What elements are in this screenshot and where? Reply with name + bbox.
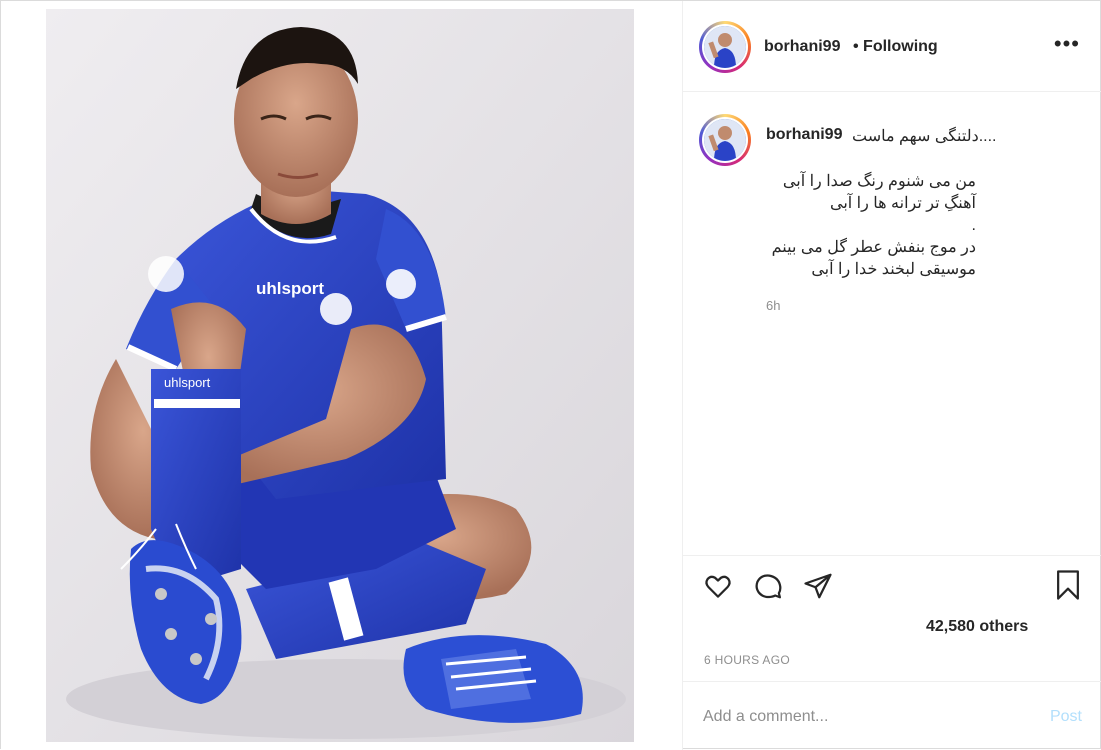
likes-count[interactable]: 42,580 others	[926, 618, 1028, 636]
afc-badge	[148, 256, 184, 292]
bookmark-icon[interactable]	[1053, 569, 1083, 606]
more-options-icon[interactable]: •••	[1054, 33, 1080, 55]
post-photo[interactable]: uhlsport uhlsport	[46, 9, 634, 742]
jersey-sponsor-text: uhlsport	[256, 279, 324, 298]
caption-line-4: در موج بنفش عطر گل می بینم	[771, 239, 976, 256]
post-comment-button[interactable]: Post	[1050, 708, 1082, 726]
caption-line-2: آهنگِ تر ترانه ها را آبی	[829, 195, 976, 212]
header-username[interactable]: borhani99	[764, 38, 840, 56]
club-crest	[320, 293, 352, 325]
paper-plane-icon[interactable]	[803, 571, 833, 606]
post-header: borhani99 • Following •••	[683, 1, 1101, 92]
uhlsport-logo-badge	[386, 269, 416, 299]
follow-status-button[interactable]: • Following	[853, 38, 938, 56]
caption-line-3: .	[971, 217, 976, 234]
comment-input[interactable]	[703, 704, 1013, 730]
posted-time[interactable]: 6 HOURS AGO	[704, 653, 790, 667]
sock-logo-text: uhlsport	[164, 375, 211, 390]
heart-icon[interactable]	[703, 571, 733, 606]
caption-line-5: موسیقی لبخند خدا را آبی	[811, 261, 976, 278]
caption-avatar[interactable]	[699, 114, 751, 166]
avatar[interactable]	[699, 21, 751, 73]
caption-username[interactable]: borhani99	[766, 126, 842, 144]
actions-divider	[683, 555, 1101, 556]
player-photo-illustration: uhlsport uhlsport	[46, 9, 634, 742]
comment-bar: Post	[683, 681, 1101, 750]
comment-icon[interactable]	[753, 571, 783, 606]
post-media-panel: uhlsport uhlsport	[1, 1, 683, 750]
post-dialog: uhlsport uhlsport borhani99 • Following …	[0, 0, 1101, 750]
post-side-panel: borhani99 • Following ••• borhani99 ....…	[683, 1, 1101, 750]
caption-line-1: من می شنوم رنگ صدا را آبی	[782, 173, 976, 190]
caption-body: من می شنوم رنگ صدا را آبی آهنگِ تر ترانه…	[766, 171, 976, 281]
caption-time[interactable]: 6h	[766, 298, 780, 313]
caption-title: ....دلتنگی سهم ماست	[852, 128, 997, 145]
avatar-image	[704, 26, 746, 68]
caption-avatar-image	[704, 119, 746, 161]
